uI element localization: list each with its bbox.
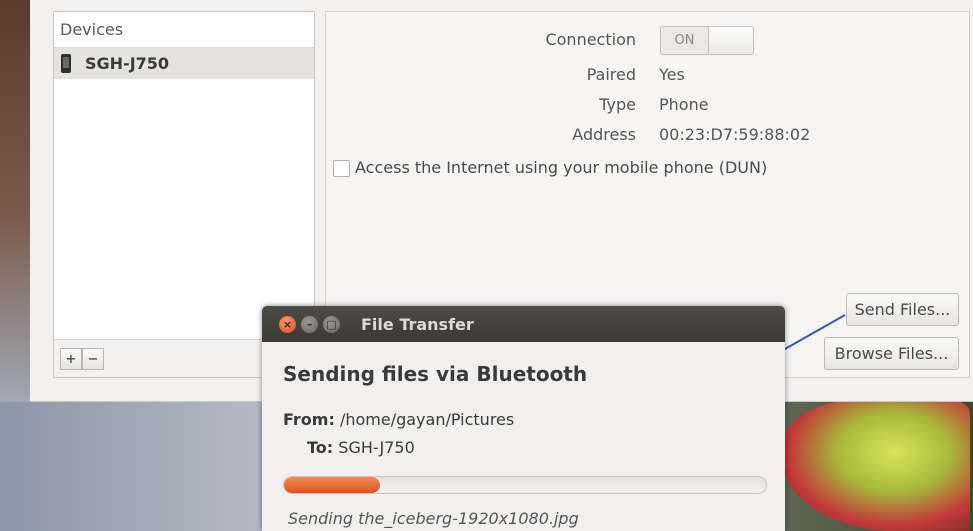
connection-toggle-knob [709,27,753,54]
connection-toggle-state: ON [661,27,709,54]
connection-toggle[interactable]: ON [660,26,754,55]
to-value: SGH-J750 [338,438,415,457]
close-icon[interactable]: × [279,315,296,333]
maximize-icon[interactable]: □ [323,315,340,333]
dialog-titlebar: × – □ File Transfer [262,306,785,342]
paired-value: Yes [659,65,685,84]
remove-device-button[interactable]: − [82,347,104,370]
connection-label: Connection [545,30,636,49]
to-label: To: [307,438,334,457]
dun-label: Access the Internet using your mobile ph… [355,158,768,177]
send-files-button[interactable]: Send Files... [846,293,959,326]
dun-checkbox[interactable] [333,160,350,177]
address-label: Address [572,125,636,144]
devices-header: Devices [54,12,314,48]
to-row: To: SGH-J750 [307,438,415,457]
address-value: 00:23:D7:59:88:02 [659,125,811,144]
transfer-progress-bar [283,476,767,494]
file-transfer-dialog: × – □ File Transfer Sending files via Bl… [262,306,785,531]
transfer-status: Sending the_iceberg-1920x1080.jpg [288,509,579,528]
add-device-button[interactable]: + [60,347,82,370]
dialog-title: File Transfer [361,314,474,334]
transfer-progress-fill [284,477,381,493]
minimize-icon[interactable]: – [301,315,318,333]
from-label: From: [283,410,335,429]
dialog-heading: Sending files via Bluetooth [283,362,588,386]
from-row: From: /home/gayan/Pictures [283,410,514,429]
type-label: Type [599,95,636,114]
paired-label: Paired [586,65,636,84]
from-value: /home/gayan/Pictures [339,410,515,429]
type-value: Phone [659,95,709,114]
device-row-sgh-j750[interactable]: SGH-J750 [54,48,314,79]
device-name: SGH-J750 [85,54,170,73]
phone-icon [61,54,71,73]
